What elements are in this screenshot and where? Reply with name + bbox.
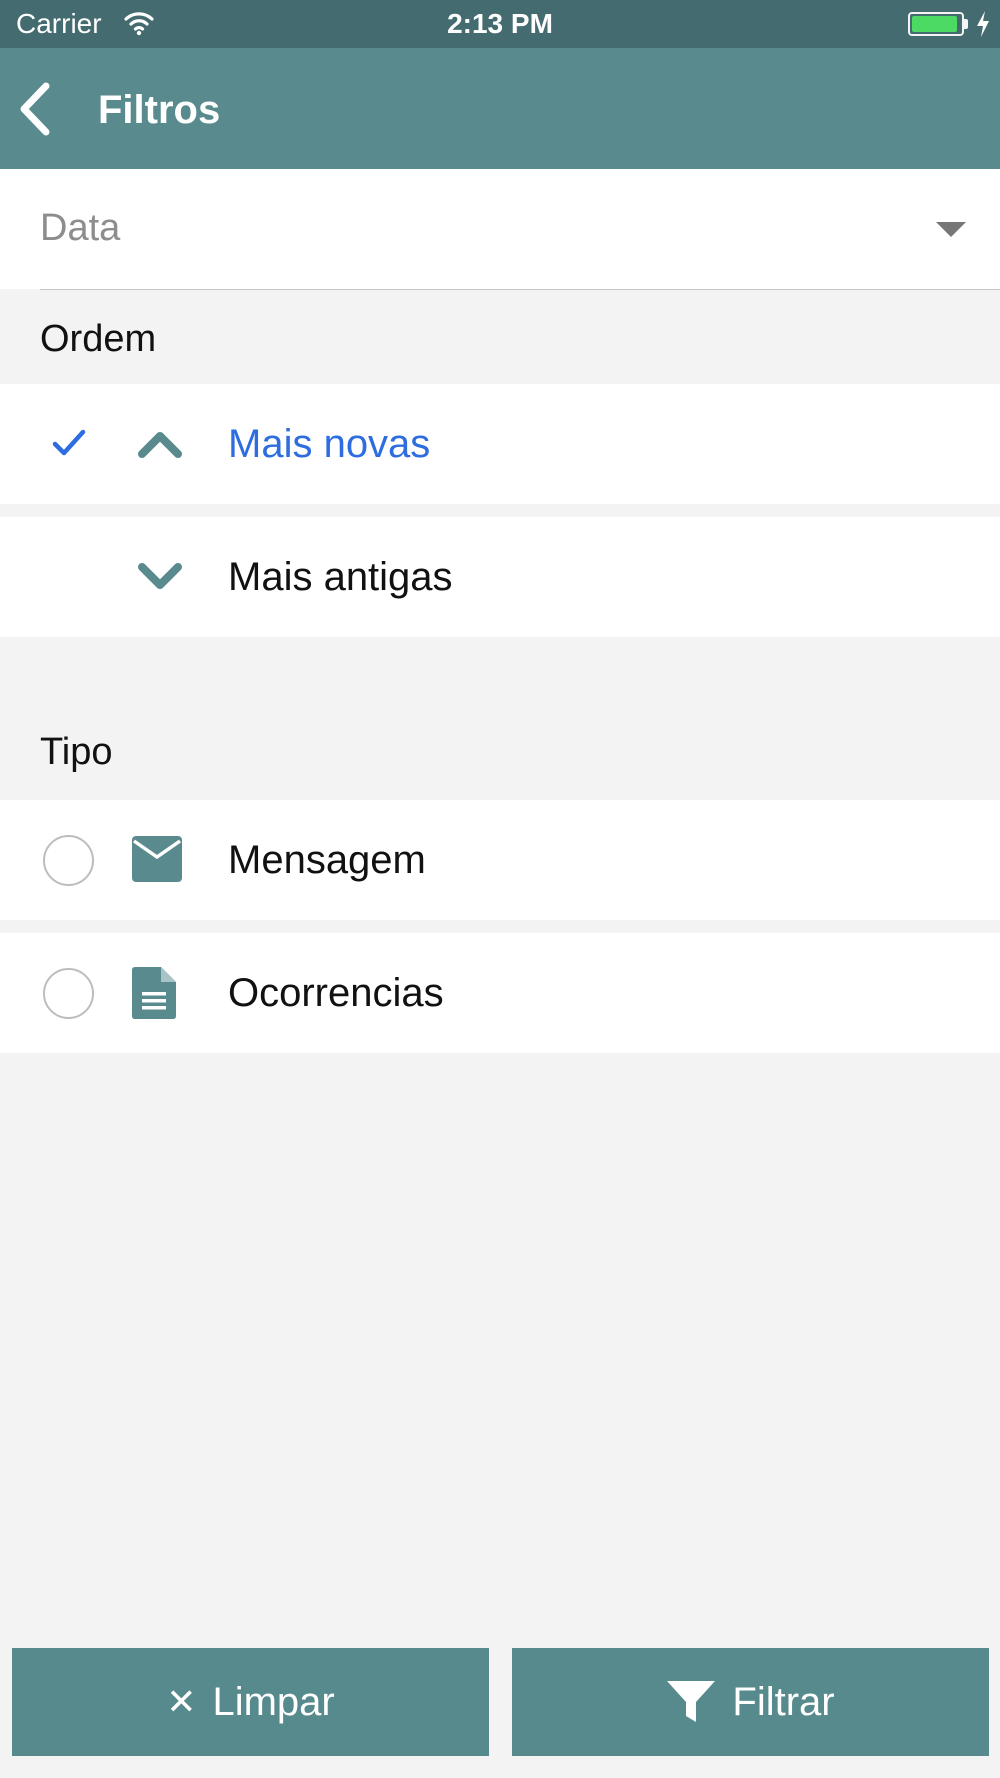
battery-level: [912, 16, 957, 32]
page-title: Filtros: [98, 88, 221, 132]
type-option-occurrences[interactable]: Ocorrencias: [0, 933, 1000, 1053]
battery-tip: [964, 19, 968, 29]
radio-button[interactable]: [43, 968, 94, 1019]
date-dropdown[interactable]: Data: [0, 169, 1000, 289]
clear-button-label: Limpar: [212, 1679, 335, 1724]
chevron-up-icon: [138, 432, 182, 458]
funnel-icon: [667, 1681, 716, 1722]
nav-bar: Filtros: [0, 48, 1000, 169]
order-section-title: Ordem: [40, 318, 157, 360]
caret-down-icon[interactable]: [936, 222, 966, 237]
status-time: 2:13 PM: [447, 8, 553, 39]
chevron-left-icon[interactable]: [14, 80, 58, 138]
date-underline: [40, 289, 1000, 290]
date-dropdown-label: Data: [40, 207, 121, 249]
envelope-icon: [132, 836, 182, 882]
chevron-down-icon: [138, 563, 182, 589]
clear-button[interactable]: ✕ Limpar: [12, 1648, 489, 1756]
filter-button-label: Filtrar: [732, 1679, 835, 1724]
order-option-oldest[interactable]: Mais antigas: [0, 517, 1000, 637]
charging-icon: [977, 11, 989, 37]
order-option-label: Mais antigas: [228, 555, 453, 599]
status-bar: Carrier 2:13 PM: [0, 0, 1000, 48]
document-icon: [132, 967, 176, 1019]
type-option-message[interactable]: Mensagem: [0, 800, 1000, 920]
order-option-newest[interactable]: Mais novas: [0, 384, 1000, 504]
filter-button[interactable]: Filtrar: [512, 1648, 989, 1756]
radio-button[interactable]: [43, 835, 94, 886]
type-option-label: Ocorrencias: [228, 971, 444, 1015]
type-section-title: Tipo: [40, 731, 113, 773]
order-option-label: Mais novas: [228, 422, 431, 466]
checkmark-icon: [52, 429, 86, 456]
close-icon: ✕: [166, 1681, 197, 1722]
battery-icon: [908, 12, 964, 36]
type-option-label: Mensagem: [228, 838, 426, 882]
